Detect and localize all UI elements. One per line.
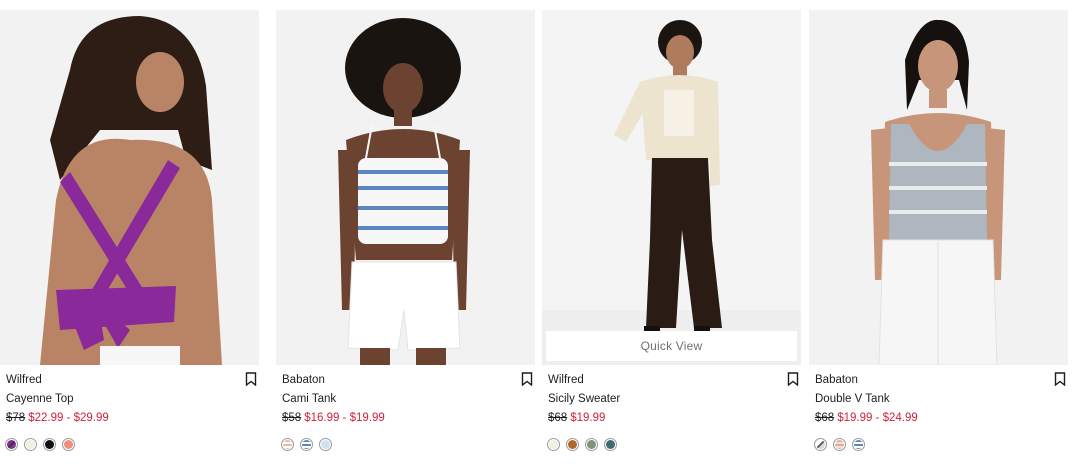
bookmark-icon[interactable] [787,372,799,386]
color-swatches [281,438,332,451]
original-price: $68 [815,412,835,424]
product-image[interactable] [276,10,535,365]
color-swatches [547,438,617,451]
product-brand[interactable]: Wilfred [6,374,42,386]
swatch-stripe-peach[interactable] [833,438,846,451]
product-card-cayenne-top[interactable]: Wilfred Cayenne Top $78 $22.99 - $29.99 [0,10,259,466]
original-price: $58 [282,412,302,424]
sale-price: $16.99 - $19.99 [304,412,385,424]
sale-price: $22.99 - $29.99 [28,412,109,424]
product-name[interactable]: Cami Tank [282,393,336,405]
model-photo-illustration [809,10,1068,365]
model-photo-illustration [542,10,801,365]
swatch-stripe-blue[interactable] [300,438,313,451]
model-photo-illustration [0,10,259,365]
model-photo-illustration [276,10,535,365]
product-brand[interactable]: Babaton [282,374,325,386]
swatch-light-blue[interactable] [319,438,332,451]
product-price: $68 $19.99 [548,412,605,424]
product-image[interactable]: Quick View [542,10,801,365]
product-image[interactable] [809,10,1068,365]
product-price: $78 $22.99 - $29.99 [6,412,109,424]
product-card-double-v-tank[interactable]: Babaton Double V Tank $68 $19.99 - $24.99 [809,10,1068,466]
product-name[interactable]: Sicily Sweater [548,393,620,405]
product-price: $68 $19.99 - $24.99 [815,412,918,424]
swatch-rust[interactable] [566,438,579,451]
bookmark-icon[interactable] [521,372,533,386]
swatch-stripe-grey[interactable] [814,438,827,451]
product-card-cami-tank[interactable]: Babaton Cami Tank $58 $16.99 - $19.99 [276,10,535,466]
product-name[interactable]: Double V Tank [815,393,890,405]
product-brand[interactable]: Wilfred [548,374,584,386]
swatch-sage[interactable] [585,438,598,451]
bookmark-icon[interactable] [1054,372,1066,386]
product-brand[interactable]: Babaton [815,374,858,386]
bookmark-icon[interactable] [245,372,257,386]
product-card-sicily-sweater[interactable]: Quick View Wilfred Sicily Sweater $68 $19… [542,10,801,466]
swatch-salmon[interactable] [62,438,75,451]
original-price: $68 [548,412,568,424]
product-image[interactable] [0,10,259,365]
color-swatches [5,438,75,451]
swatch-purple[interactable] [5,438,18,451]
swatch-stripe-blue[interactable] [852,438,865,451]
original-price: $78 [6,412,26,424]
swatch-teal[interactable] [604,438,617,451]
sale-price: $19.99 - $24.99 [837,412,918,424]
swatch-ivory[interactable] [24,438,37,451]
sale-price: $19.99 [570,412,606,424]
swatch-stripe-peach[interactable] [281,438,294,451]
color-swatches [814,438,865,451]
swatch-black[interactable] [43,438,56,451]
product-name[interactable]: Cayenne Top [6,393,74,405]
product-price: $58 $16.99 - $19.99 [282,412,385,424]
swatch-cream[interactable] [547,438,560,451]
quick-view-button[interactable]: Quick View [546,331,797,361]
